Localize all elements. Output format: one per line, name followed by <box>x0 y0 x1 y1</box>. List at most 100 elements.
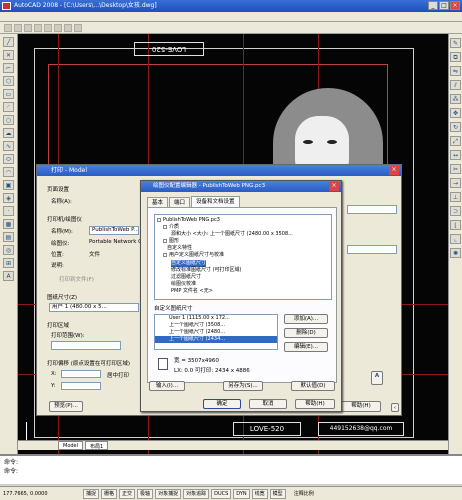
trim-icon[interactable]: ✂ <box>450 164 461 174</box>
make-block-icon[interactable]: ◈ <box>3 193 14 203</box>
region-icon[interactable]: ◎ <box>3 245 14 255</box>
config-ok-button[interactable]: 确定 <box>203 399 241 409</box>
dyn-toggle[interactable]: DYN <box>233 488 250 499</box>
open-file-icon[interactable] <box>14 24 22 32</box>
offset-icon[interactable]: ⫽ <box>450 80 461 90</box>
offset-y-input[interactable] <box>61 382 101 390</box>
polyline-icon[interactable]: ⌐ <box>3 63 14 73</box>
ellipse-icon[interactable]: ⬭ <box>3 154 14 164</box>
polar-toggle[interactable]: 极轴 <box>137 488 154 499</box>
snap-toggle[interactable]: 捕捉 <box>83 488 100 499</box>
fillet-icon[interactable]: ⌞ <box>450 234 461 244</box>
copy-icon[interactable]: ⧉ <box>450 52 461 62</box>
grid-toggle[interactable]: 栅格 <box>101 488 118 499</box>
ducs-toggle[interactable]: DUCS <box>211 488 232 499</box>
size-row[interactable]: User 1 (1115.00 x 172... <box>155 315 277 322</box>
ellipse-arc-icon[interactable]: ◠ <box>3 167 14 177</box>
plot-range-select[interactable] <box>51 341 121 350</box>
collapse-arrow-icon[interactable]: ‹ <box>391 403 399 412</box>
tree-node[interactable]: 自定义特性 <box>157 245 329 252</box>
zoom-icon[interactable] <box>74 24 82 32</box>
chamfer-icon[interactable]: ⌊ <box>450 220 461 230</box>
mirror-icon[interactable]: ⇋ <box>450 66 461 76</box>
insert-block-icon[interactable]: ▣ <box>3 180 14 190</box>
ortho-toggle[interactable]: 正交 <box>119 488 136 499</box>
table-icon[interactable]: ⊞ <box>3 258 14 268</box>
tree-node[interactable]: 修改标准图纸尺寸 (可打印区域) <box>157 267 329 274</box>
tree-node[interactable]: 绘图仪校准 <box>157 281 329 288</box>
preview-button[interactable]: 预览(P)... <box>49 401 83 412</box>
tab-general[interactable]: 基本 <box>147 197 169 207</box>
import-button[interactable]: 输入(I)... <box>149 381 185 391</box>
hatch-icon[interactable]: ▦ <box>3 219 14 229</box>
multiline-text-icon[interactable]: A <box>3 271 14 281</box>
print-icon[interactable] <box>34 24 42 32</box>
spline-icon[interactable]: ∿ <box>3 141 14 151</box>
add-size-button[interactable]: 添加(A)... <box>284 314 328 324</box>
printer-select[interactable]: PublishToWeb P... <box>89 226 139 235</box>
model-toggle[interactable]: 模型 <box>269 488 286 499</box>
tree-node-selected-row[interactable]: 自定义图纸尺寸 <box>157 259 329 267</box>
revision-cloud-icon[interactable]: ☁ <box>3 128 14 138</box>
stretch-icon[interactable]: ↔ <box>450 150 461 160</box>
tree-node[interactable]: 图形 <box>157 238 329 245</box>
tree-node[interactable]: PublishToWeb PNG.pc3 <box>157 217 329 224</box>
arc-icon[interactable]: ◜ <box>3 102 14 112</box>
circle-icon[interactable]: ○ <box>3 115 14 125</box>
size-row[interactable]: 上一个图纸尺寸 (2480... <box>155 329 277 336</box>
construction-line-icon[interactable]: ✕ <box>3 50 14 60</box>
new-file-icon[interactable] <box>4 24 12 32</box>
explode-icon[interactable]: ✺ <box>450 248 461 258</box>
size-row[interactable]: 上一个图纸尺寸 (3508... <box>155 322 277 329</box>
save-icon[interactable] <box>24 24 32 32</box>
polygon-icon[interactable]: ⬡ <box>3 76 14 86</box>
break-icon[interactable]: ⊥ <box>450 192 461 202</box>
tree-node[interactable]: 用户定义图纸尺寸与校准 <box>157 252 329 259</box>
print-to-file-checkbox[interactable]: 打印到文件(F) <box>59 275 94 283</box>
config-help-button[interactable]: 帮助(H) <box>295 399 335 409</box>
default-button[interactable]: 默认值(D) <box>291 381 335 391</box>
command-line[interactable]: 命令: 命令: <box>0 454 462 484</box>
tab-ports[interactable]: 端口 <box>169 197 191 207</box>
center-plot-checkbox[interactable]: 居中打印 <box>107 371 129 379</box>
tree-node[interactable]: 源和大小 <大小: 上一个图纸尺寸 (2480.00 x 3508... <box>157 231 329 238</box>
rectangle-icon[interactable]: ▭ <box>3 89 14 99</box>
edit-size-button[interactable]: 编辑(E)... <box>284 342 328 352</box>
offset-x-input[interactable] <box>61 370 101 378</box>
erase-icon[interactable]: ✎ <box>450 38 461 48</box>
minimize-button[interactable]: _ <box>428 1 438 10</box>
lineweight-toggle[interactable]: 线宽 <box>251 488 268 499</box>
redo-icon[interactable] <box>54 24 62 32</box>
rotate-icon[interactable]: ↻ <box>450 122 461 132</box>
delete-size-button[interactable]: 删除(D) <box>284 328 328 338</box>
size-row-selected[interactable]: 上一个图纸尺寸 (2434... <box>155 336 277 343</box>
tab-model[interactable]: Model <box>58 441 84 450</box>
plot-close-button[interactable]: × <box>389 166 399 175</box>
osnap-toggle[interactable]: 对象捕捉 <box>155 488 182 499</box>
tree-node[interactable]: 过滤图纸尺寸 <box>157 274 329 281</box>
undo-icon[interactable] <box>44 24 52 32</box>
extend-icon[interactable]: → <box>450 178 461 188</box>
scale-icon[interactable]: ⤢ <box>450 136 461 146</box>
tree-node-selected[interactable]: 自定义图纸尺寸 <box>171 260 207 267</box>
plot-style-select[interactable] <box>347 205 397 214</box>
maximize-button[interactable]: □ <box>439 1 449 10</box>
pan-icon[interactable] <box>64 24 72 32</box>
point-icon[interactable]: · <box>3 206 14 216</box>
config-cancel-button[interactable]: 取消 <box>249 399 287 409</box>
command-prompt[interactable]: 命令: <box>4 467 458 476</box>
tree-node[interactable]: 介质 <box>157 224 329 231</box>
join-icon[interactable]: ⊃ <box>450 206 461 216</box>
plot-help-button[interactable]: 帮助(H) <box>341 401 381 412</box>
settings-tree[interactable]: PublishToWeb PNG.pc3 介质 源和大小 <大小: 上一个图纸尺… <box>154 214 332 300</box>
close-button[interactable]: × <box>450 1 460 10</box>
line-tool-icon[interactable]: ╱ <box>3 37 14 47</box>
tab-layout1[interactable]: 布局1 <box>85 441 109 450</box>
gradient-icon[interactable]: ▤ <box>3 232 14 242</box>
config-close-button[interactable]: × <box>329 182 339 191</box>
array-icon[interactable]: ⁂ <box>450 94 461 104</box>
paper-size-select[interactable]: 用户 1 (480.00 x 5... <box>49 303 139 312</box>
move-icon[interactable]: ✥ <box>450 108 461 118</box>
otrack-toggle[interactable]: 对象追踪 <box>183 488 210 499</box>
custom-size-list[interactable]: User 1 (1115.00 x 172... 上一个图纸尺寸 (3508..… <box>154 314 278 350</box>
